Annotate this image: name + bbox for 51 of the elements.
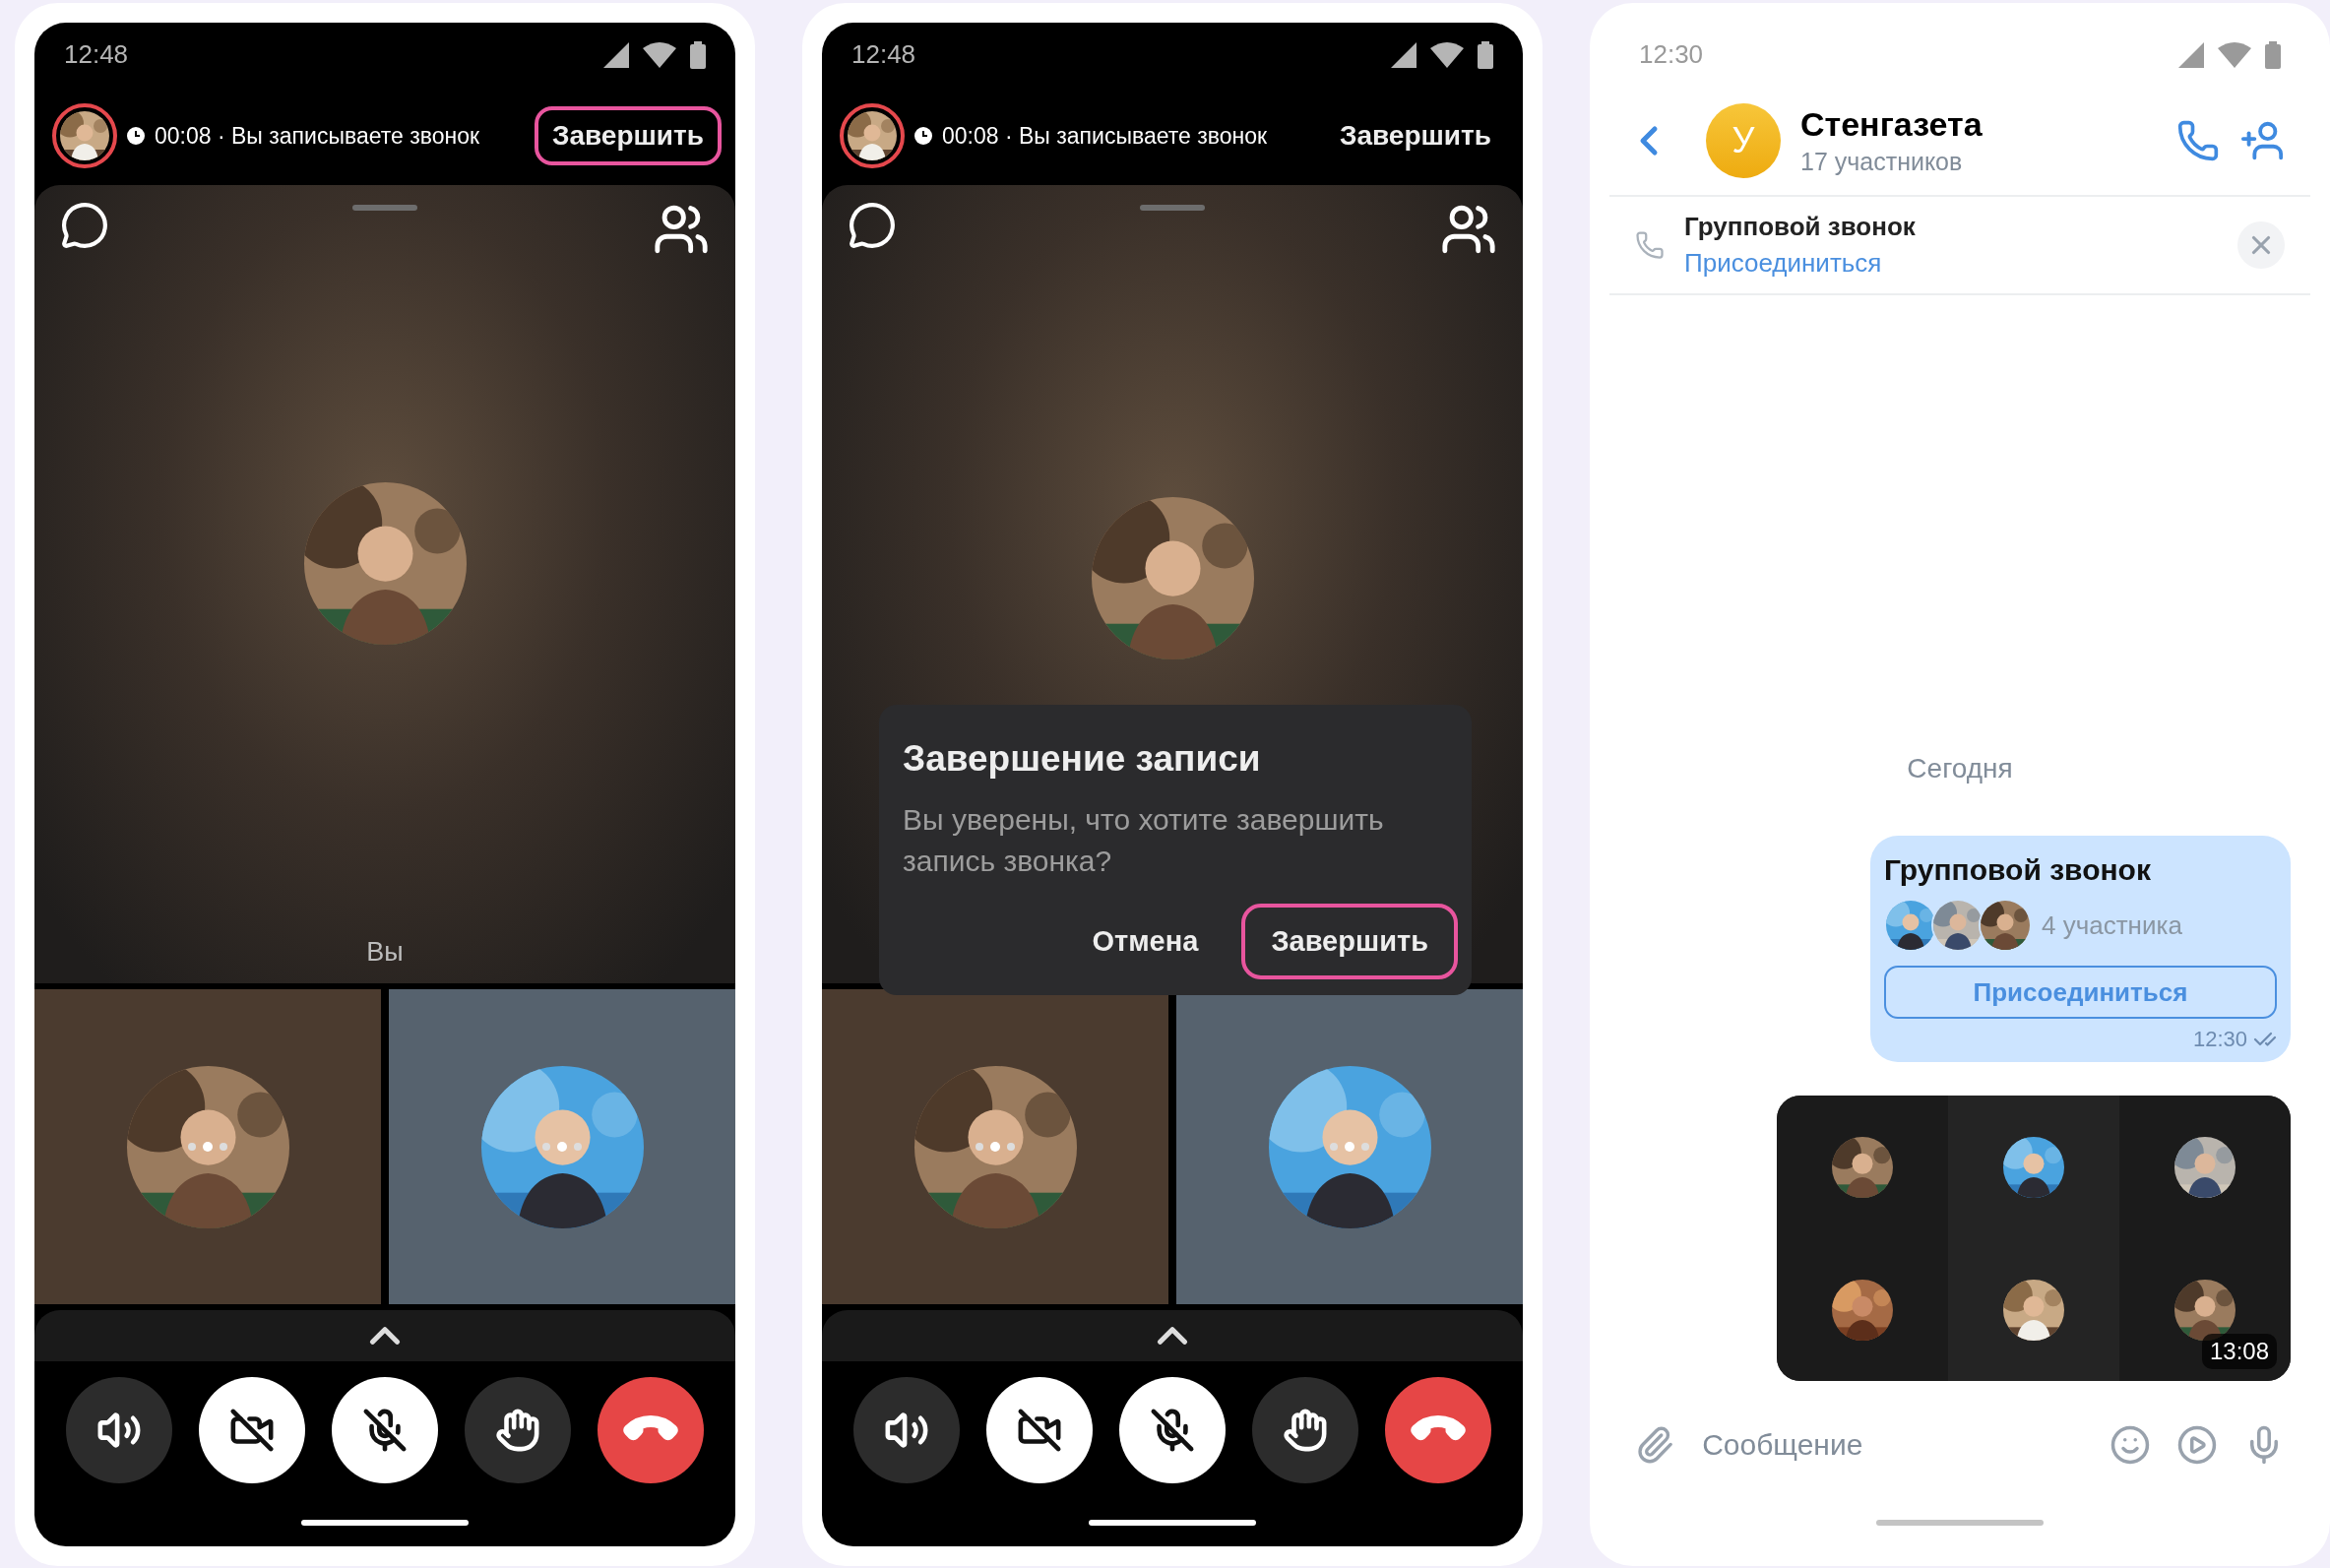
more-dots-icon [974,1141,1017,1153]
end-recording-button[interactable]: Завершить [1321,106,1509,165]
mic-off-icon [1149,1408,1195,1453]
status-time: 12:48 [851,39,916,70]
mic-off-icon [361,1408,408,1453]
more-dots-icon [1328,1141,1371,1153]
dialog-button[interactable]: Завершить [1241,904,1458,979]
status-time: 12:48 [64,39,129,70]
chat-icon[interactable] [848,201,897,250]
dialog-title: Завершение записи [903,738,1262,780]
phone-icon [1635,230,1665,260]
phone-icon[interactable] [2176,119,2220,162]
close-button[interactable] [2237,221,2285,269]
recording-status: 00:08 · Вы записываете звонок [942,122,1269,150]
date-separator: Сегодня [1907,753,2013,784]
battery-icon [1478,40,1493,69]
wifi-icon [643,41,676,68]
drag-handle[interactable] [1140,205,1205,211]
message-title: Групповой звонок [1884,853,2152,887]
clock-icon [914,127,932,145]
chat-icon[interactable] [60,201,109,250]
dialog-message: Вы уверены, что хотите завершить запись звонка? [903,802,1385,879]
dialog-button[interactable]: Отмена [1062,904,1228,979]
chat-title: Стенгазета [1800,105,1984,144]
camera-off-icon [1016,1408,1062,1453]
battery-icon [690,40,706,69]
wifi-icon [1430,41,1464,68]
camera-off-icon [228,1408,275,1453]
chat-subtitle: 17 участников [1800,148,1964,176]
status-time: 12:30 [1639,39,1704,70]
participants-count: 4 участника [2042,909,2182,941]
message-time: 12:30 [2192,1027,2247,1052]
video-message[interactable]: 13:08 [1777,1096,2291,1381]
end-recording-button[interactable]: Завершить [534,106,722,165]
signal-icon [1391,41,1417,68]
battery-icon [2265,40,2281,69]
drag-handle[interactable] [352,205,417,211]
signal-icon [603,41,629,68]
clock-icon [127,127,145,145]
signal-icon [2178,41,2204,68]
hand-icon [495,1408,541,1453]
hand-icon [1283,1408,1329,1453]
message-field[interactable]: Сообщение [1700,1427,2085,1463]
more-dots-icon [186,1141,229,1153]
tile-label: Вы [366,937,404,968]
recording-status: 00:08 · Вы записываете звонок [155,122,481,150]
wifi-icon [2218,41,2251,68]
video-duration: 13:08 [2201,1334,2277,1369]
chat-avatar: У [1706,103,1781,178]
more-dots-icon [540,1141,584,1153]
banner-title: Групповой звонок [1684,212,1917,242]
